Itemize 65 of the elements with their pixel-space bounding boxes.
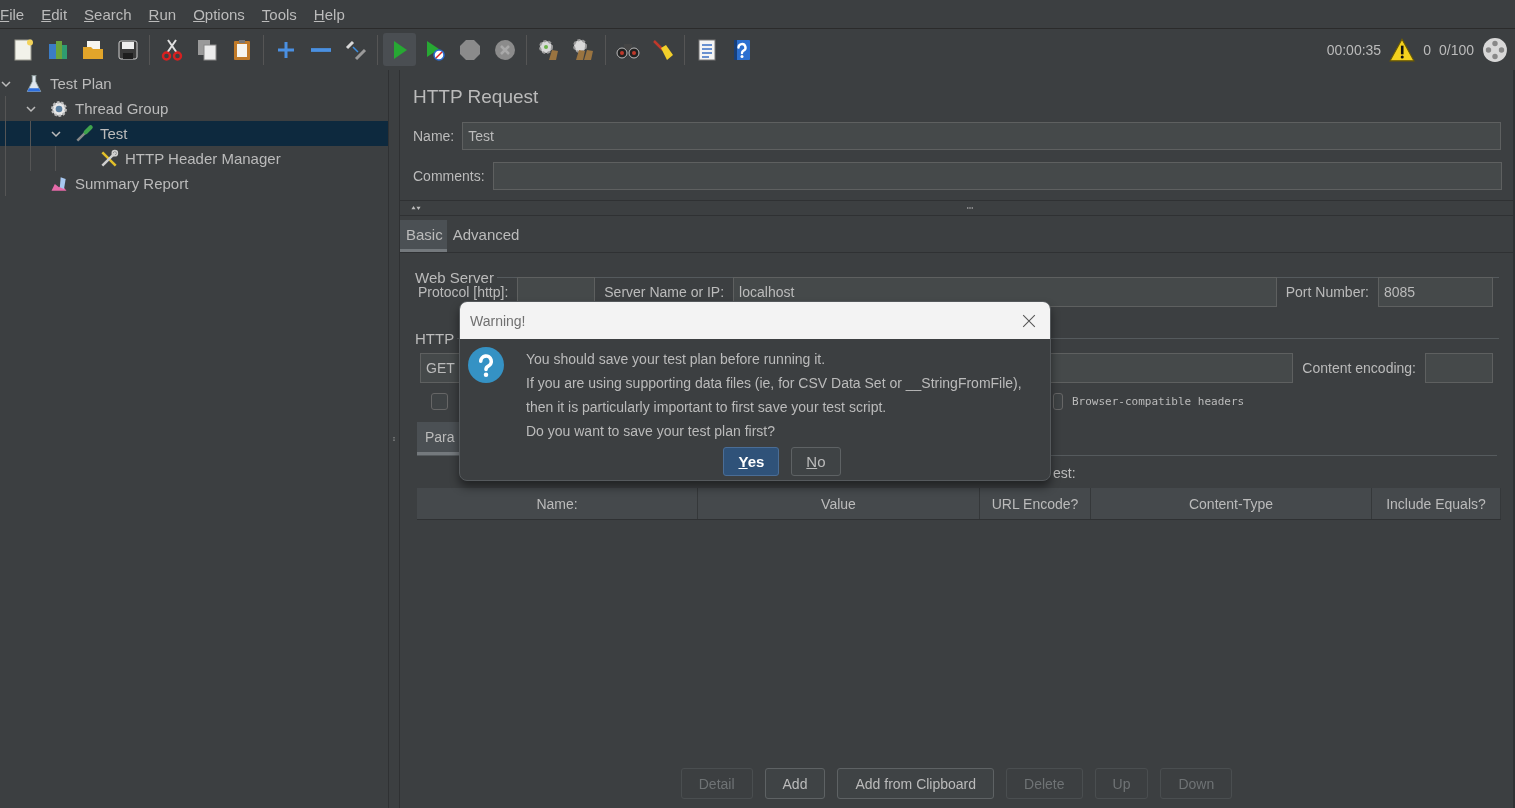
tree-item-label: Test <box>100 125 128 142</box>
warning-icon <box>1389 36 1416 63</box>
status-indicator-icon <box>1482 36 1508 63</box>
menu-item[interactable]: Run <box>148 5 185 23</box>
checkbox[interactable] <box>431 392 448 410</box>
flask-icon <box>24 73 44 94</box>
broom-icon <box>650 37 675 62</box>
menu-item[interactable]: Help <box>313 5 353 23</box>
tab[interactable]: Basic <box>400 220 447 252</box>
tree-item-label: Summary Report <box>75 175 189 192</box>
action-button[interactable]: Add from Clipboard <box>837 768 995 799</box>
message-text: then it is particularly important to first save your test script. <box>526 398 888 417</box>
tree-item-label: HTTP Header Manager <box>125 150 281 167</box>
column-header[interactable]: URL Encode? <box>979 488 1091 520</box>
tree-item-label: Test Plan <box>50 75 112 92</box>
menu-item[interactable]: Tools <box>261 5 305 23</box>
menu-item[interactable]: Options <box>193 5 253 23</box>
tree-item[interactable]: Test Plan <box>0 71 388 96</box>
tree-item-label: Thread Group <box>75 100 169 117</box>
pipette-icon <box>74 123 94 144</box>
field-label: Server Name or IP: <box>604 284 725 300</box>
port-field[interactable]: 8085 <box>1378 277 1493 307</box>
dialog-title: Warning! <box>470 312 526 329</box>
field-label: Content encoding: <box>1302 360 1416 376</box>
tree-item[interactable]: Test <box>0 121 388 146</box>
checkbox[interactable] <box>1053 392 1063 410</box>
menu-item[interactable]: Search <box>84 5 140 23</box>
encoding-field[interactable] <box>1425 353 1493 383</box>
close-icon[interactable] <box>1022 313 1036 328</box>
gear-broom-icon <box>536 37 561 62</box>
stop-icon <box>457 37 482 62</box>
field-label: Port Number: <box>1285 284 1369 300</box>
question-icon <box>468 347 504 383</box>
panel-title: HTTP Request <box>413 86 540 109</box>
column-header[interactable]: Include Equals? <box>1371 488 1501 520</box>
field-label: Comments: <box>413 168 485 184</box>
message-text: You should save your test plan before running it. <box>526 350 827 369</box>
gear-broom-icon <box>571 37 596 62</box>
message-text: If you are using supporting data files (ie, for CSV Data Set or __StringFromFile), <box>526 374 1022 393</box>
default-dialog-button[interactable]: Yes <box>723 447 780 476</box>
comments-field[interactable] <box>492 162 1502 190</box>
checkbox-label: Browser-compatible headers <box>1072 394 1245 408</box>
section-label: HTTP <box>415 329 455 347</box>
name-field[interactable]: Test <box>462 122 1501 150</box>
cancel-icon <box>492 37 517 62</box>
wrench-screwdriver-icon <box>99 148 119 169</box>
elapsed-time: 00:00:35 <box>1326 41 1382 58</box>
message-text: Do you want to save your test plan first? <box>526 422 776 441</box>
tab[interactable]: Advanced <box>446 220 524 252</box>
column-header[interactable]: Content-Type <box>1090 488 1372 520</box>
menu-item[interactable]: Edit <box>41 5 76 23</box>
gear-icon <box>49 98 69 119</box>
minus-icon <box>310 47 331 52</box>
menu-item[interactable]: File <box>0 5 33 23</box>
section-label: Web Server <box>415 268 494 286</box>
dialog-button[interactable]: No <box>791 447 841 476</box>
column-header[interactable]: Name: <box>417 488 698 520</box>
scissors-icon <box>159 37 184 62</box>
warning-count: 0 <box>1423 41 1431 58</box>
field-label: est: <box>1053 465 1076 481</box>
action-button[interactable]: Add <box>764 768 826 799</box>
field-label: Name: <box>413 128 455 144</box>
thread-count: 0/100 <box>1438 41 1474 58</box>
field-label: Protocol [http]: <box>418 284 509 300</box>
column-header[interactable]: Value <box>697 488 980 520</box>
